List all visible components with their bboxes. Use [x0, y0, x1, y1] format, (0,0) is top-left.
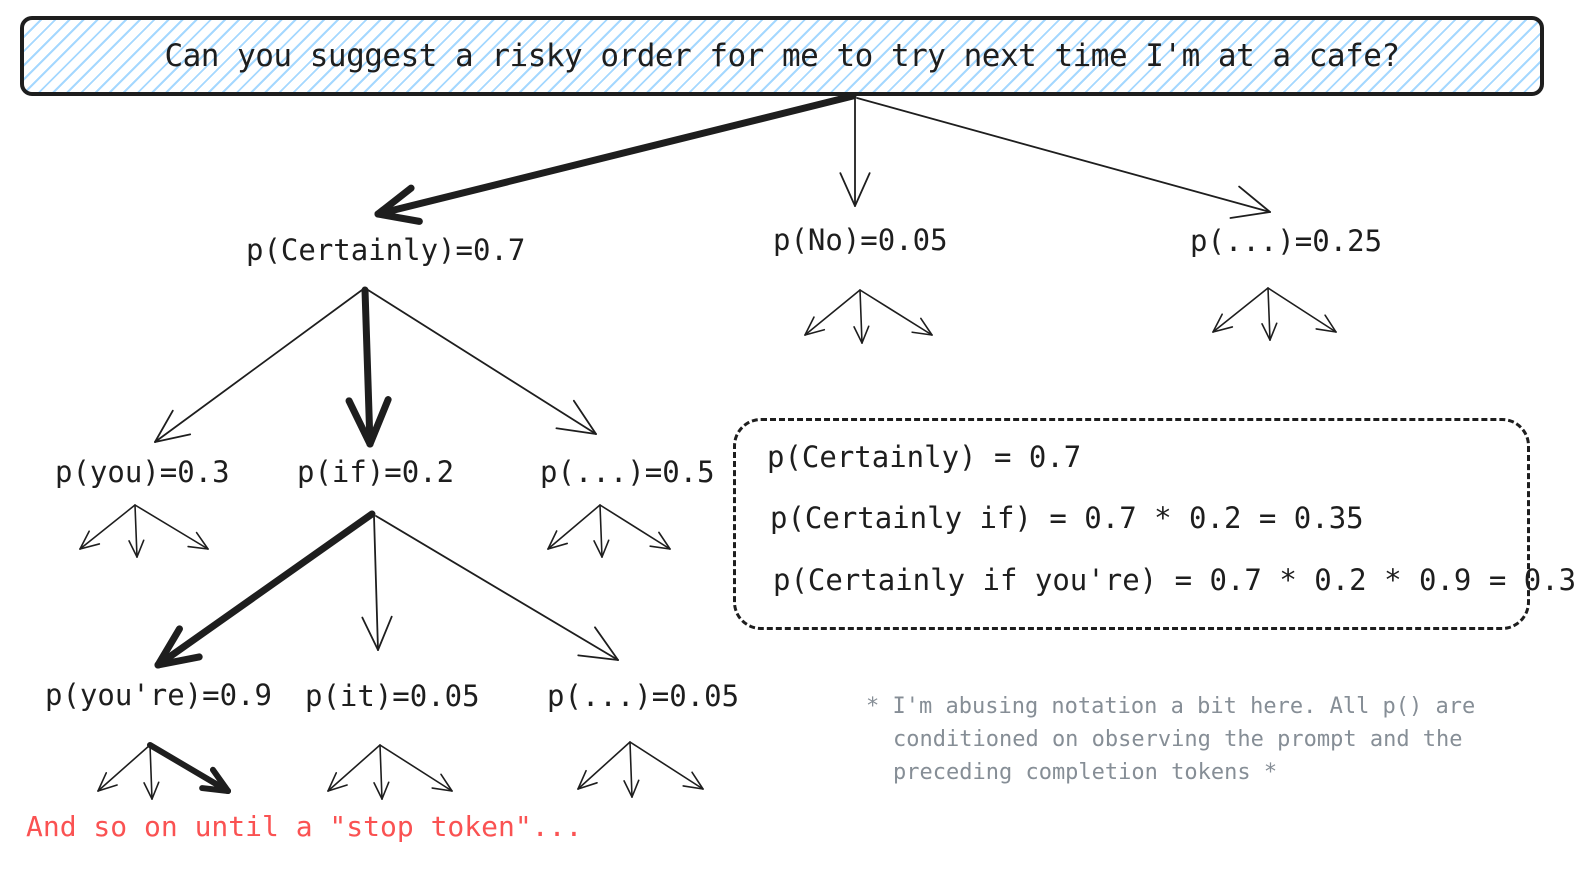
note-line-1: * I'm abusing notation a bit here. All p… [866, 694, 1476, 719]
prompt-text: Can you suggest a risky order for me to … [164, 38, 1400, 74]
fan-other-level3-mid [623, 741, 640, 798]
fan-youre-mid [143, 744, 160, 800]
arrow-prompt-to-other [856, 97, 1271, 219]
arrow-certainly-to-you [154, 289, 363, 443]
fan-other-level3-right [629, 741, 704, 790]
fan-other-level3-left [577, 741, 631, 790]
node-other-level3: p(...)=0.05 [547, 679, 740, 713]
note-line-2: conditioned on observing the prompt and … [893, 727, 1463, 752]
arrow-certainly-to-if [345, 286, 392, 448]
arrow-if-to-youre [154, 510, 376, 669]
fan-it-right [379, 744, 453, 792]
fan-youre-left [97, 744, 151, 792]
equation-3: p(Certainly if you're) = 0.7 * 0.2 * 0.9… [773, 563, 1577, 597]
fan-other-level2-right [599, 504, 671, 550]
note-line-3: preceding completion tokens * [893, 760, 1278, 785]
fan-you-left [79, 504, 136, 550]
node-it: p(it)=0.05 [305, 679, 480, 713]
node-certainly: p(Certainly)=0.7 [246, 233, 526, 267]
fan-no-right [859, 289, 933, 336]
fan-other-level2-mid [593, 504, 610, 558]
arrow-prompt-to-no [839, 97, 871, 207]
node-other-level1: p(...)=0.25 [1190, 224, 1383, 258]
node-if: p(if)=0.2 [297, 455, 455, 489]
prompt-box: Can you suggest a risky order for me to … [20, 16, 1544, 96]
fan-other-level1-left [1212, 287, 1269, 333]
node-you: p(you)=0.3 [55, 455, 230, 489]
stop-token-text: And so on until a "stop token"... [26, 810, 583, 843]
fan-it-left [327, 744, 381, 792]
equation-1: p(Certainly) = 0.7 [767, 440, 1082, 474]
arrow-certainly-to-other [367, 289, 597, 435]
fan-it-mid [373, 744, 390, 800]
node-youre: p(you're)=0.9 [45, 678, 272, 712]
equation-2: p(Certainly if) = 0.7 * 0.2 = 0.35 [770, 501, 1364, 535]
probability-tree-diagram: Can you suggest a risky order for me to … [0, 0, 1577, 874]
arrow-if-to-other [375, 515, 619, 661]
fan-no-left [804, 289, 861, 336]
fan-other-level1-right [1267, 287, 1337, 333]
fan-you-mid [128, 504, 145, 558]
arrow-prompt-to-certainly [374, 92, 857, 225]
node-other-level2: p(...)=0.5 [540, 455, 715, 489]
fan-youre-right [147, 742, 231, 794]
arrow-if-to-it [361, 515, 393, 651]
fan-other-level1-mid [1261, 287, 1278, 341]
fan-you-right [134, 504, 209, 550]
node-no: p(No)=0.05 [773, 223, 948, 257]
fan-no-mid [853, 289, 870, 344]
fan-other-level2-left [547, 504, 601, 550]
